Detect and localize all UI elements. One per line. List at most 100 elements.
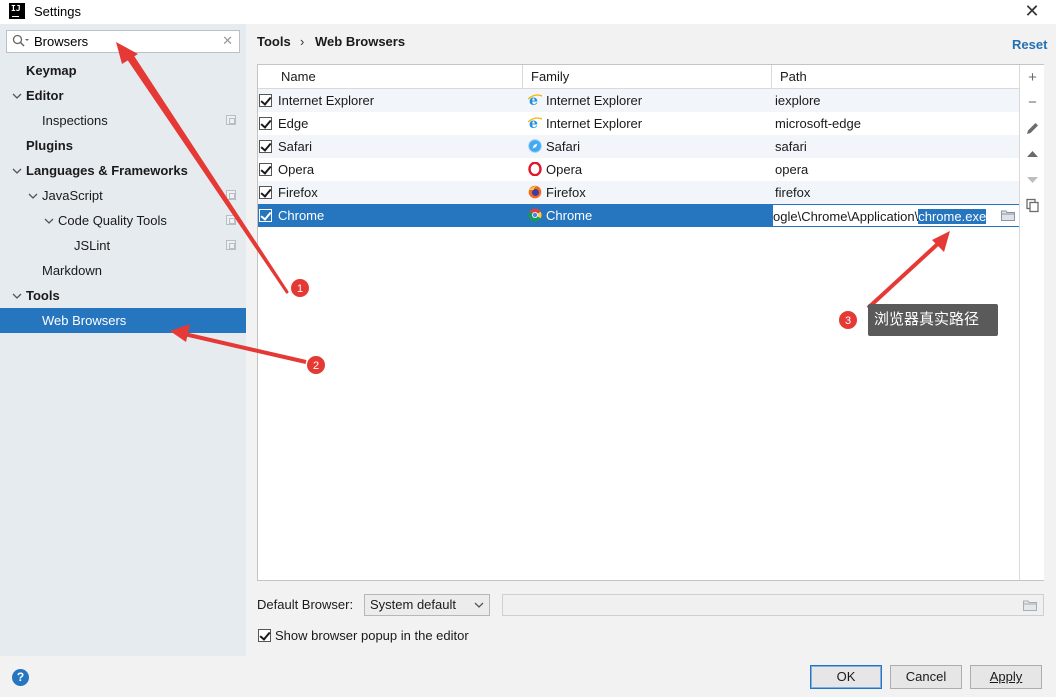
browser-family: Firefox — [546, 185, 586, 200]
page-title: Web Browsers — [315, 34, 406, 49]
sidebar-item-plugins[interactable]: Plugins — [0, 133, 246, 158]
table-row[interactable]: Opera Opera opera — [258, 158, 1020, 181]
table-row[interactable]: Internet Explorer e Internet Explorer ie… — [258, 89, 1020, 112]
table-row[interactable]: Safari Safari safari — [258, 135, 1020, 158]
table-toolbar: + − — [1019, 65, 1044, 580]
default-browser-label: Default Browser: — [257, 597, 354, 612]
apply-button-label: Apply — [989, 669, 1023, 684]
table-row[interactable]: Edge e Internet Explorer microsoft-edge — [258, 112, 1020, 135]
settings-window: IJ Settings ✕ Browsers ✕ Keymap Editor I… — [0, 0, 1056, 697]
clear-search-icon[interactable]: ✕ — [222, 33, 233, 49]
sidebar-item-label: Editor — [26, 88, 64, 103]
apply-button[interactable]: Apply — [970, 665, 1042, 689]
sidebar-item-label: Languages & Frameworks — [26, 163, 188, 178]
reset-link[interactable]: Reset — [1012, 37, 1047, 52]
browser-family: Internet Explorer — [546, 116, 643, 131]
browser-path: safari — [775, 139, 807, 154]
path-selected-text: chrome.exe — [918, 209, 987, 224]
remove-icon[interactable]: − — [1025, 95, 1040, 110]
chevron-down-icon[interactable] — [12, 166, 22, 176]
breadcrumb-separator: › — [300, 34, 305, 49]
browser-family: Chrome — [546, 208, 593, 223]
sidebar-item-web-browsers[interactable]: Web Browsers — [0, 308, 246, 333]
row-enabled-checkbox[interactable] — [259, 117, 272, 130]
annotation-badge-3: 3 — [838, 310, 858, 330]
browser-name: Opera — [278, 162, 315, 177]
safari-icon — [528, 139, 542, 153]
default-browser-select[interactable]: System default — [364, 594, 490, 616]
title-bar: IJ Settings ✕ — [0, 0, 1056, 24]
row-enabled-checkbox[interactable] — [259, 186, 272, 199]
sidebar-item-label: Keymap — [26, 63, 77, 78]
table-row-selected[interactable]: Chrome Chrome ogle\Chrome\Application\ch… — [258, 204, 1020, 227]
sidebar-item-javascript[interactable]: JavaScript — [0, 183, 246, 208]
cancel-button[interactable]: Cancel — [890, 665, 962, 689]
default-browser-path-field[interactable] — [502, 594, 1044, 616]
ie-icon: e — [528, 93, 542, 107]
project-settings-icon — [226, 215, 236, 225]
sidebar-item-tools[interactable]: Tools — [0, 283, 246, 308]
browser-family: Internet Explorer — [546, 93, 643, 108]
table-row[interactable]: Firefox Firefox firefox — [258, 181, 1020, 204]
table-header: Name Family Path — [258, 65, 1020, 89]
sidebar-item-jslint[interactable]: JSLint — [0, 233, 246, 258]
sidebar-item-label: Plugins — [26, 138, 73, 153]
sidebar-item-markdown[interactable]: Markdown — [0, 258, 246, 283]
ok-button[interactable]: OK — [810, 665, 882, 689]
sidebar-item-label: Inspections — [42, 113, 108, 128]
sidebar-item-inspections[interactable]: Inspections — [0, 108, 246, 133]
column-header-name[interactable]: Name — [258, 65, 522, 89]
sidebar-item-languages-frameworks[interactable]: Languages & Frameworks — [0, 158, 246, 183]
chevron-down-icon[interactable] — [44, 216, 54, 226]
sidebar-item-label: JavaScript — [42, 188, 103, 203]
show-popup-checkbox[interactable] — [258, 629, 271, 642]
move-up-icon[interactable] — [1025, 147, 1040, 162]
copy-icon[interactable] — [1025, 198, 1040, 213]
column-header-family[interactable]: Family — [522, 65, 771, 89]
sidebar-item-label: Markdown — [42, 263, 102, 278]
show-popup-label[interactable]: Show browser popup in the editor — [275, 628, 469, 643]
intellij-logo-icon: IJ — [9, 3, 25, 19]
help-icon[interactable]: ? — [12, 669, 29, 686]
window-title: Settings — [34, 4, 81, 19]
sidebar-item-label: JSLint — [74, 238, 111, 253]
sidebar-item-label: Code Quality Tools — [58, 213, 167, 228]
breadcrumb-parent[interactable]: Tools — [257, 34, 291, 49]
row-enabled-checkbox[interactable] — [259, 94, 272, 107]
annotation-tooltip: 浏览器真实路径 — [868, 304, 998, 336]
browser-name: Edge — [278, 116, 309, 131]
move-down-icon[interactable] — [1025, 172, 1040, 187]
settings-search-input[interactable]: Browsers ✕ — [6, 30, 240, 53]
row-enabled-checkbox[interactable] — [259, 209, 272, 222]
project-settings-icon — [226, 190, 236, 200]
add-icon[interactable]: + — [1025, 70, 1040, 85]
sidebar-item-keymap[interactable]: Keymap — [0, 58, 246, 83]
project-settings-icon — [226, 240, 236, 250]
row-enabled-checkbox[interactable] — [259, 140, 272, 153]
browser-path: iexplore — [775, 93, 821, 108]
chevron-down-icon[interactable] — [28, 191, 38, 201]
default-browser-value: System default — [370, 597, 456, 612]
chevron-down-icon[interactable] — [12, 291, 22, 301]
project-settings-icon — [226, 115, 236, 125]
browser-family: Opera — [546, 162, 583, 177]
chevron-down-icon[interactable] — [12, 91, 22, 101]
chrome-icon — [528, 208, 542, 222]
browser-path: opera — [775, 162, 809, 177]
opera-icon — [528, 162, 542, 176]
sidebar-item-code-quality-tools[interactable]: Code Quality Tools — [0, 208, 246, 233]
browser-path: firefox — [775, 185, 811, 200]
edit-pencil-icon[interactable] — [1025, 121, 1040, 136]
close-icon[interactable]: ✕ — [1022, 1, 1042, 21]
sidebar-item-label: Tools — [26, 288, 60, 303]
chevron-down-icon — [474, 595, 484, 623]
ie-icon: e — [528, 116, 542, 130]
firefox-icon — [528, 185, 542, 199]
column-header-path[interactable]: Path — [771, 65, 1020, 89]
search-icon — [12, 34, 30, 49]
path-edit-field[interactable]: ogle\Chrome\Application\chrome.exe — [772, 204, 1020, 227]
row-enabled-checkbox[interactable] — [259, 163, 272, 176]
sidebar-item-editor[interactable]: Editor — [0, 83, 246, 108]
folder-icon[interactable] — [1023, 600, 1037, 611]
folder-icon[interactable] — [1001, 210, 1015, 221]
